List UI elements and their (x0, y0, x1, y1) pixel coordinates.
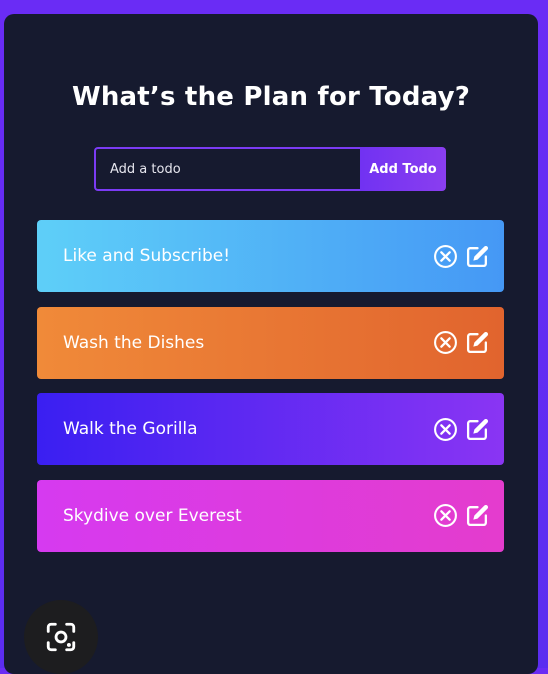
todo-text[interactable]: Walk the Gorilla (63, 419, 198, 439)
edit-icon[interactable] (465, 417, 490, 442)
add-todo-button[interactable]: Add Todo (360, 147, 446, 191)
edit-icon[interactable] (465, 330, 490, 355)
todo-input[interactable] (94, 147, 360, 191)
edit-icon[interactable] (465, 503, 490, 528)
todo-item: Like and Subscribe! (37, 220, 504, 292)
todo-actions (433, 503, 490, 528)
google-lens-button[interactable] (24, 600, 98, 674)
page-title: What’s the Plan for Today? (71, 82, 471, 112)
close-circle-icon[interactable] (433, 503, 458, 528)
todo-actions (433, 330, 490, 355)
edit-icon[interactable] (465, 244, 490, 269)
close-circle-icon[interactable] (433, 330, 458, 355)
todo-item: Walk the Gorilla (37, 393, 504, 465)
todo-list: Like and Subscribe! Wash the Dishes Walk… (37, 220, 504, 566)
todo-item: Skydive over Everest (37, 479, 504, 552)
google-lens-icon (46, 622, 76, 652)
todo-form: Add Todo (94, 147, 446, 191)
close-circle-icon[interactable] (433, 417, 458, 442)
todo-text[interactable]: Like and Subscribe! (63, 246, 230, 266)
todo-app: What’s the Plan for Today? Add Todo Like… (4, 14, 538, 674)
todo-text[interactable]: Skydive over Everest (63, 506, 242, 526)
todo-item: Wash the Dishes (37, 306, 504, 379)
todo-actions (433, 417, 490, 442)
todo-text[interactable]: Wash the Dishes (63, 333, 204, 353)
todo-actions (433, 244, 490, 269)
close-circle-icon[interactable] (433, 244, 458, 269)
